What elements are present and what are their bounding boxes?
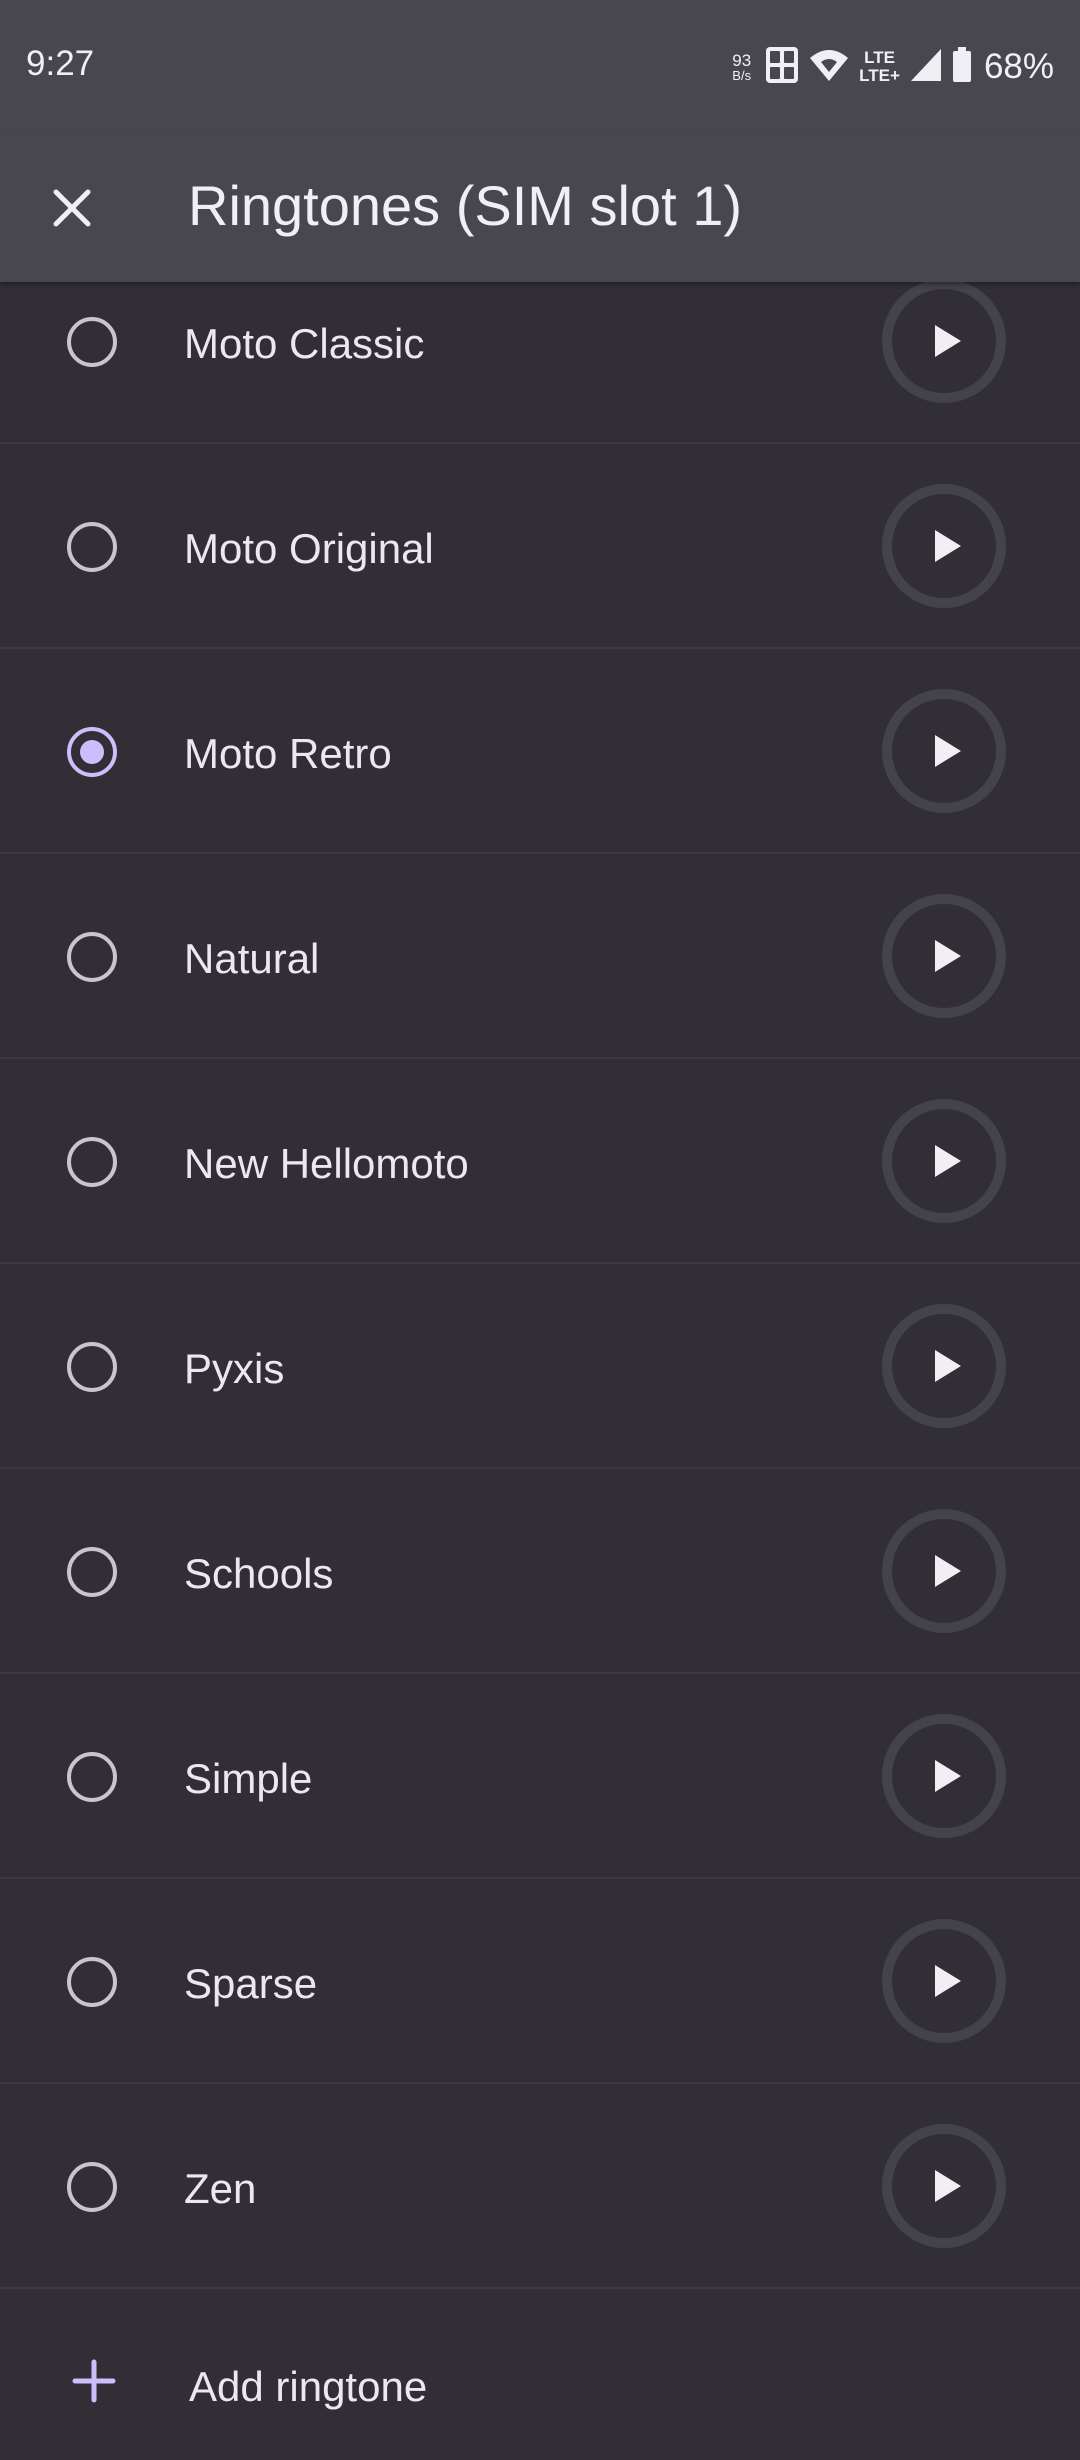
close-icon [53,189,91,227]
ringtone-label: New Hellomoto [184,1140,469,1187]
lte-indicator: LTE LTE+ [859,49,900,85]
ringtone-label: Schools [184,1550,334,1597]
ringtone-radio[interactable] [67,1547,117,1597]
ringtone-radio[interactable] [67,1137,117,1187]
ringtone-row[interactable]: Pyxis [0,1264,1080,1469]
play-button[interactable] [882,1304,1006,1428]
plus-icon [70,2357,118,2405]
ringtone-list-inner: Moto Classic Moto Original Moto Retro Natur… [0,282,1080,2460]
play-icon [929,1551,965,1591]
network-speed-unit: B/s [732,67,752,83]
battery-percent: 68% [983,47,1054,86]
ringtone-row[interactable]: Moto Retro [0,649,1080,854]
network-speed: 93 B/s [732,52,751,83]
ringtone-radio[interactable] [67,1342,117,1392]
play-button[interactable] [882,894,1006,1018]
play-button[interactable] [882,2124,1006,2248]
ringtone-label: Pyxis [184,1345,285,1392]
play-icon [929,526,965,566]
play-icon [929,1756,965,1796]
ringtone-label: Sparse [184,1960,318,2007]
ringtone-row[interactable]: Moto Classic [0,282,1080,444]
play-icon [929,1346,965,1386]
play-button[interactable] [882,484,1006,608]
ringtone-row[interactable]: Schools [0,1469,1080,1674]
play-button[interactable] [882,282,1006,403]
play-button[interactable] [882,1099,1006,1223]
status-time: 9:27 [26,44,95,83]
ringtone-radio[interactable] [67,727,117,777]
ringtone-label: Moto Retro [184,730,392,777]
close-button[interactable] [36,172,108,244]
signal-icon [910,48,942,87]
ringtone-label: Moto Classic [184,320,425,367]
lte-bottom-label: LTE+ [859,66,900,85]
lte-top-label: LTE [864,48,895,67]
status-bar: 9:27 93 B/s LTE LTE+ 68% [0,0,1080,135]
ringtone-row[interactable]: Natural [0,854,1080,1059]
ringtone-radio[interactable] [67,1957,117,2007]
ringtone-row[interactable]: New Hellomoto [0,1059,1080,1264]
ringtone-radio[interactable] [67,522,117,572]
play-button[interactable] [882,1714,1006,1838]
ringtone-radio[interactable] [67,1752,117,1802]
ringtone-row[interactable]: Zen [0,2084,1080,2289]
ringtone-label: Natural [184,935,320,982]
play-button[interactable] [882,1509,1006,1633]
play-button[interactable] [882,1919,1006,2043]
status-icons: 93 B/s LTE LTE+ 68% [732,40,1054,94]
ringtone-radio[interactable] [67,932,117,982]
play-icon [929,936,965,976]
add-ringtone-button[interactable]: Add ringtone [0,2289,1080,2460]
wifi-icon [809,48,849,87]
play-icon [929,2166,965,2206]
play-icon [929,731,965,771]
app-bar: Ringtones (SIM slot 1) [0,135,1080,282]
ringtone-label: Zen [184,2165,257,2212]
ringtone-list: Moto Classic Moto Original Moto Retro Natur… [0,282,1080,2460]
ringtone-label: Simple [184,1755,313,1802]
add-ringtone-label: Add ringtone [189,2363,428,2410]
ringtone-radio[interactable] [67,2162,117,2212]
page-title: Ringtones (SIM slot 1) [188,174,742,237]
play-icon [929,1961,965,2001]
play-icon [929,321,965,361]
play-button[interactable] [882,689,1006,813]
ringtone-row[interactable]: Moto Original [0,444,1080,649]
play-icon [929,1141,965,1181]
ringtone-label: Moto Original [184,525,434,572]
network-speed-value: 93 [732,50,752,70]
ringtone-radio[interactable] [67,317,117,367]
ringtone-row[interactable]: Sparse [0,1879,1080,2084]
ringtone-row[interactable]: Simple [0,1674,1080,1879]
battery-icon [952,46,972,88]
dual-sim-icon [765,46,799,89]
